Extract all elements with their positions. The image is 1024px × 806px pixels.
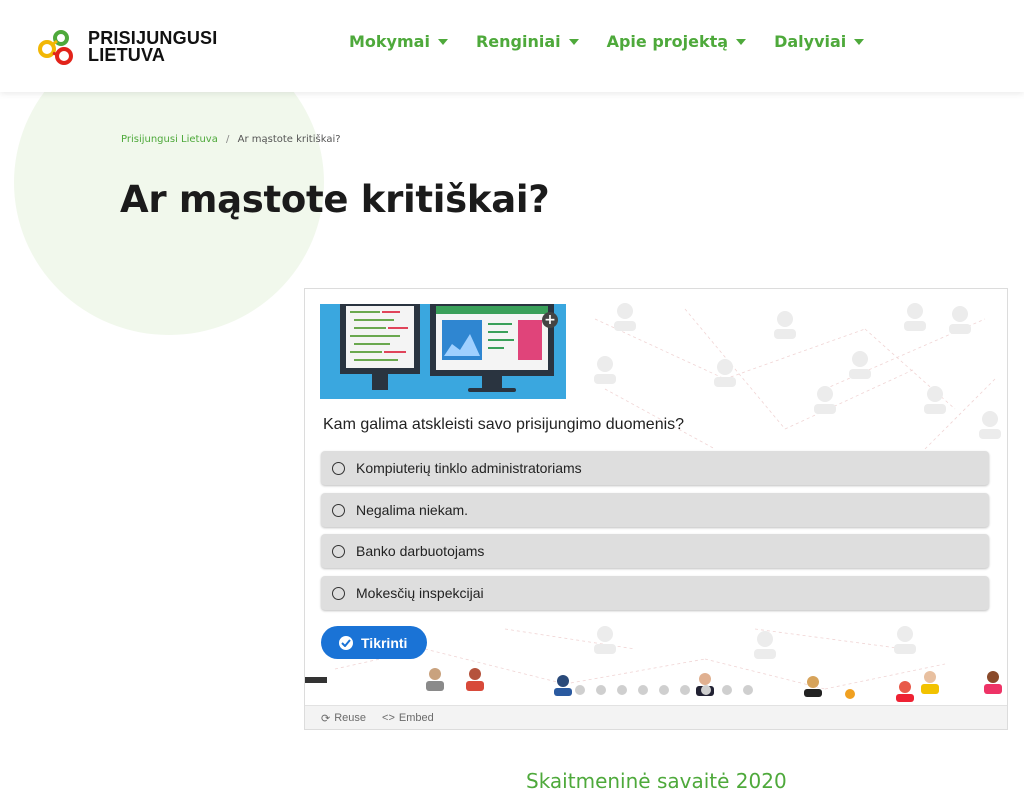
main-nav: Mokymai Renginiai Apie projektą Dalyviai bbox=[349, 32, 892, 51]
zoom-plus-icon[interactable]: + bbox=[542, 312, 558, 328]
quiz-footer: ⟳ Reuse <> Embed bbox=[305, 705, 1007, 729]
breadcrumb: Prisijungusi Lietuva / Ar mąstote kritiš… bbox=[121, 134, 341, 145]
nav-item-label: Apie projektą bbox=[606, 32, 729, 51]
quiz-option-label: Banko darbuotojams bbox=[356, 543, 485, 559]
check-button[interactable]: Tikrinti bbox=[321, 626, 428, 659]
quiz-widget: + Kam galima atskleisti savo prisijungim… bbox=[304, 288, 1008, 730]
nav-item-mokymai[interactable]: Mokymai bbox=[349, 32, 448, 51]
breadcrumb-current: Ar mąstote kritiškai? bbox=[237, 134, 341, 145]
check-circle-icon bbox=[339, 635, 353, 650]
progress-dot[interactable] bbox=[596, 685, 606, 695]
quiz-question: Kam galima atskleisti savo prisijungimo … bbox=[323, 416, 685, 433]
caret-down-icon bbox=[568, 38, 579, 45]
embed-button[interactable]: <> Embed bbox=[382, 712, 434, 724]
nav-item-apie-projekta[interactable]: Apie projektą bbox=[607, 32, 747, 51]
caret-down-icon bbox=[736, 38, 747, 45]
nav-item-label: Renginiai bbox=[475, 32, 561, 51]
progress-dot[interactable] bbox=[617, 685, 627, 695]
computer-screens-image bbox=[320, 304, 566, 399]
radio-icon bbox=[332, 461, 345, 475]
breadcrumb-home-link[interactable]: Prisijungusi Lietuva bbox=[121, 134, 218, 145]
reuse-icon: ⟳ bbox=[321, 712, 331, 725]
logo-line2: LIETUVA bbox=[88, 45, 166, 65]
progress-dot[interactable] bbox=[575, 685, 585, 695]
nav-item-dalyviai[interactable]: Dalyviai bbox=[774, 32, 865, 51]
progress-dot[interactable] bbox=[722, 685, 732, 695]
site-header: PRISIJUNGUSI LIETUVA Mokymai Renginiai A… bbox=[0, 0, 1024, 92]
progress-dot[interactable] bbox=[659, 685, 669, 695]
reuse-button[interactable]: ⟳ Reuse bbox=[321, 712, 366, 725]
breadcrumb-separator: / bbox=[226, 134, 230, 145]
embed-icon: <> bbox=[382, 712, 395, 724]
nav-item-renginiai[interactable]: Renginiai bbox=[476, 32, 579, 51]
logo-text: PRISIJUNGUSI LIETUVA bbox=[88, 29, 217, 65]
quiz-option-4[interactable]: Mokesčių inspekcijai bbox=[321, 576, 989, 610]
progress-dot[interactable] bbox=[701, 685, 711, 695]
caret-down-icon bbox=[854, 38, 865, 45]
embed-label: Embed bbox=[398, 712, 434, 724]
radio-icon bbox=[332, 544, 345, 558]
nav-item-label: Mokymai bbox=[349, 32, 430, 51]
logo-mark bbox=[38, 30, 73, 65]
page-title: Ar mąstote kritiškai? bbox=[120, 178, 550, 221]
caret-down-icon bbox=[437, 38, 448, 45]
quiz-option-3[interactable]: Banko darbuotojams bbox=[321, 534, 989, 568]
quiz-option-1[interactable]: Kompiuterių tinklo administratoriams bbox=[321, 451, 989, 485]
radio-icon bbox=[332, 586, 345, 600]
quiz-option-label: Mokesčių inspekcijai bbox=[356, 585, 484, 601]
nav-item-label: Dalyviai bbox=[774, 32, 847, 51]
quiz-option-label: Kompiuterių tinklo administratoriams bbox=[356, 460, 582, 476]
check-button-label: Tikrinti bbox=[361, 634, 408, 651]
progress-dot[interactable] bbox=[638, 685, 648, 695]
quiz-option-label: Negalima niekam. bbox=[356, 502, 469, 518]
progress-dots bbox=[575, 685, 764, 695]
site-logo[interactable]: PRISIJUNGUSI LIETUVA bbox=[36, 26, 217, 68]
quiz-option-2[interactable]: Negalima niekam. bbox=[321, 493, 989, 527]
section-title: Skaitmeninė savaitė 2020 bbox=[526, 769, 787, 793]
radio-icon bbox=[332, 503, 345, 517]
progress-dot[interactable] bbox=[680, 685, 690, 695]
progress-dot[interactable] bbox=[743, 685, 753, 695]
reuse-label: Reuse bbox=[334, 712, 367, 724]
